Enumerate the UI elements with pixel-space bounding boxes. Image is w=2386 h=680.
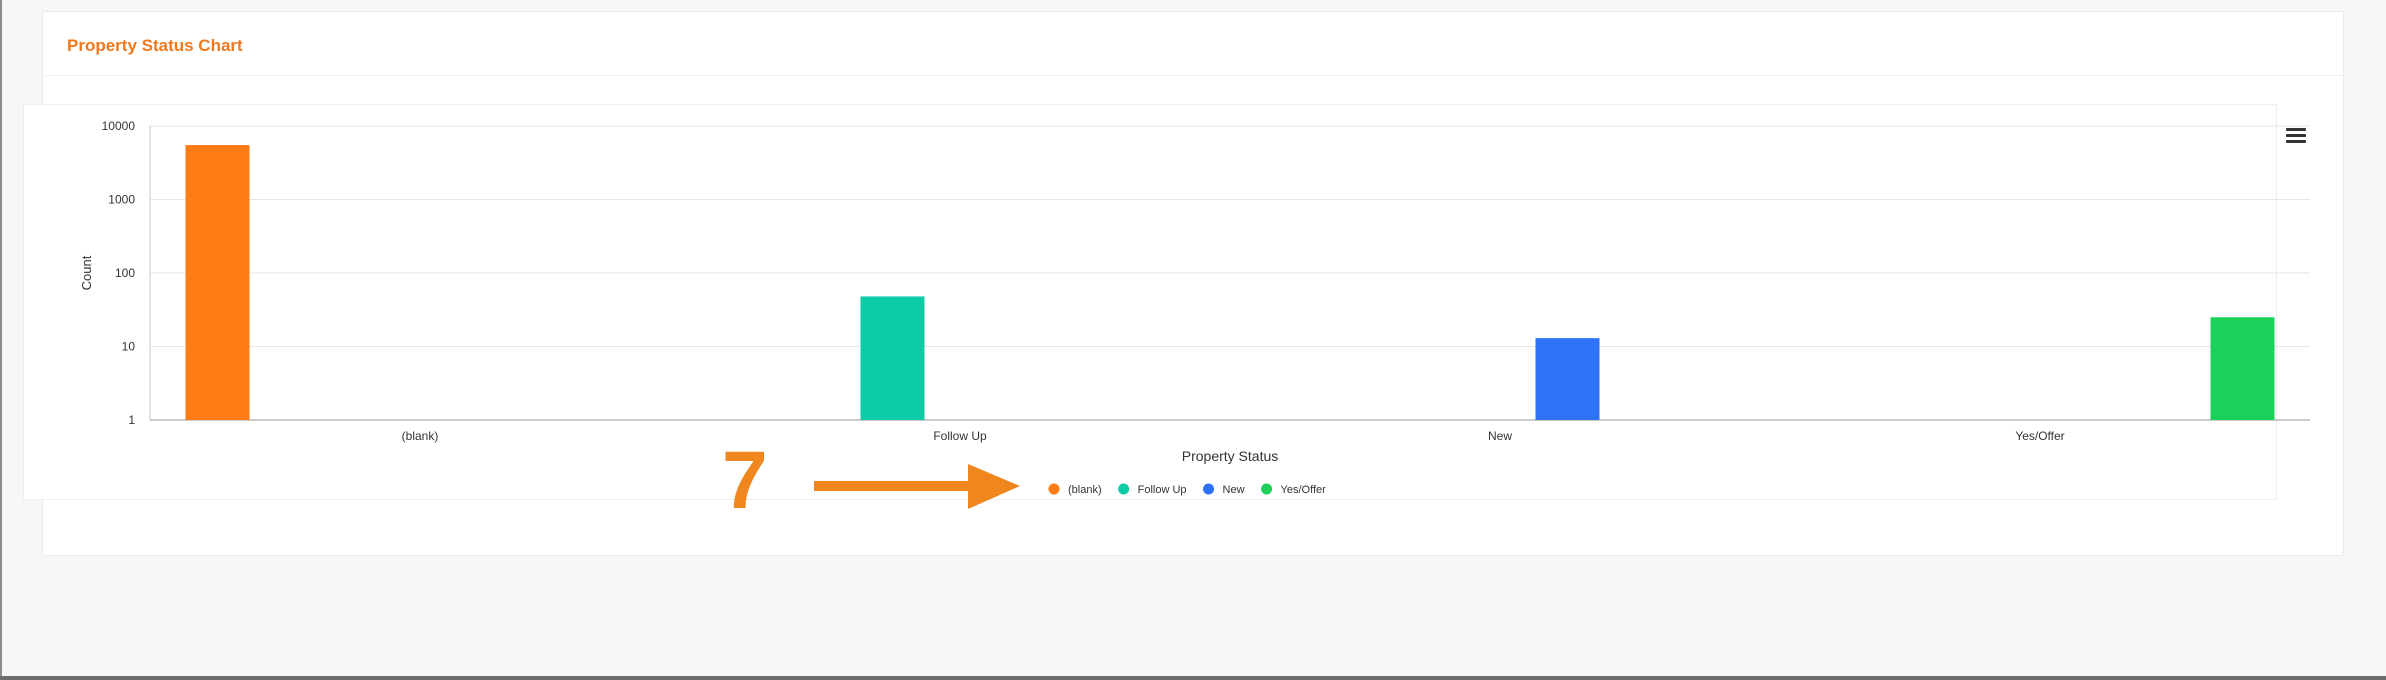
legend-label: Follow Up	[1138, 484, 1187, 496]
y-tick-label: 10	[122, 340, 136, 354]
y-tick-label: 100	[115, 266, 135, 280]
x-tick-label: New	[1488, 429, 1512, 443]
bar-follow-up	[860, 296, 925, 420]
hamburger-menu-icon[interactable]	[2284, 125, 2308, 147]
x-axis-label: Property Status	[1182, 448, 1279, 464]
legend-marker	[1048, 483, 1060, 495]
legend-marker	[1261, 483, 1273, 495]
property-status-chart: 1 10 100 1000 10000 Count (blank) Follow Up New Y…	[79, 119, 2310, 509]
y-axis-label: Count	[79, 255, 94, 290]
x-tick-label: Yes/Offer	[2015, 429, 2064, 443]
legend-label: New	[1223, 484, 1245, 496]
bar-new	[1535, 338, 1600, 420]
annotation-arrow-head	[968, 464, 1020, 509]
annotation-number: 7	[722, 435, 768, 526]
legend-label: (blank)	[1068, 484, 1102, 496]
legend-marker	[1203, 483, 1215, 495]
legend-label: Yes/Offer	[1281, 484, 1327, 496]
bar-yes-offer	[2210, 317, 2275, 420]
y-tick-label: 1000	[108, 193, 135, 207]
x-tick-label: Follow Up	[933, 429, 987, 443]
y-tick-label: 1	[128, 413, 135, 427]
legend-marker	[1118, 483, 1130, 495]
y-tick-label: 10000	[102, 119, 136, 133]
bar-blank	[185, 145, 250, 420]
x-tick-label: (blank)	[402, 429, 439, 443]
